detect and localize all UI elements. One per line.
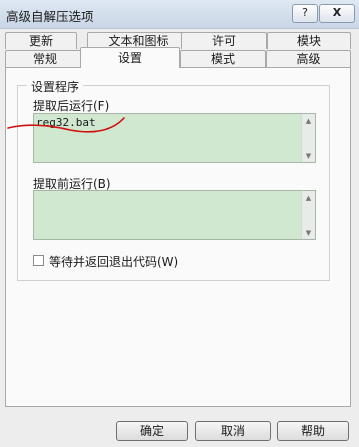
question-mark-icon: ?: [302, 6, 308, 19]
title-help-button[interactable]: ?: [292, 4, 318, 23]
tab-setup[interactable]: 设置: [80, 47, 180, 68]
tab-modules[interactable]: 模块: [267, 32, 351, 49]
close-button[interactable]: X: [319, 4, 355, 23]
title-bar: 高级自解压选项 ? X: [0, 0, 359, 29]
scrollbar[interactable]: ▲ ▼: [301, 191, 315, 239]
ok-button[interactable]: 确定: [116, 421, 188, 441]
close-icon: X: [332, 6, 342, 19]
tab-advanced[interactable]: 高级: [266, 50, 351, 67]
run-before-extract-input[interactable]: ▲ ▼: [33, 190, 316, 240]
down-arrow-icon[interactable]: ▼: [302, 152, 315, 160]
scrollbar[interactable]: ▲ ▼: [301, 114, 315, 162]
tab-license[interactable]: 许可: [181, 32, 267, 49]
red-underline-annotation: [7, 117, 125, 133]
cancel-button[interactable]: 取消: [195, 421, 271, 441]
wait-exit-code-label[interactable]: 等待并返回退出代码(W): [49, 253, 178, 270]
down-arrow-icon[interactable]: ▼: [302, 229, 315, 237]
window-title: 高级自解压选项: [6, 9, 94, 24]
up-arrow-icon[interactable]: ▲: [302, 194, 315, 202]
wait-exit-code-checkbox[interactable]: [33, 255, 44, 266]
tab-general[interactable]: 常规: [5, 50, 85, 67]
help-button[interactable]: 帮助: [277, 421, 349, 441]
tab-update[interactable]: 更新: [5, 32, 77, 49]
group-legend: 设置程序: [27, 78, 84, 95]
up-arrow-icon[interactable]: ▲: [302, 117, 315, 125]
tab-mode[interactable]: 模式: [180, 50, 266, 67]
